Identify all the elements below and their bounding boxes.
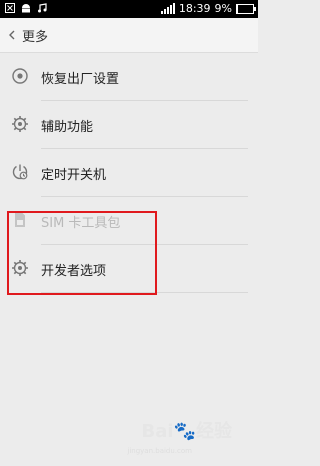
list-item-accessibility[interactable]: 辅助功能 bbox=[0, 101, 258, 149]
watermark-url: jingyan.baidu.com bbox=[127, 447, 192, 455]
status-right: 18:39 9% bbox=[160, 2, 256, 15]
list-item-label: 辅助功能 bbox=[41, 120, 94, 135]
list-item-factory-reset[interactable]: 恢复出厂设置 bbox=[0, 53, 258, 101]
list-item-label: 定时开关机 bbox=[41, 168, 107, 183]
battery-level-fill bbox=[237, 4, 238, 13]
list-item-label: 恢复出厂设置 bbox=[41, 72, 120, 87]
close-notification-icon bbox=[5, 3, 15, 13]
watermark-logo: Bai🐾经验 bbox=[141, 421, 232, 442]
android-icon bbox=[22, 4, 30, 13]
annotation-highlight-box bbox=[7, 211, 157, 295]
header: 更多 bbox=[0, 18, 258, 53]
music-icon bbox=[38, 3, 47, 13]
battery-percent: 9% bbox=[214, 2, 232, 15]
signal-icon bbox=[160, 3, 175, 14]
battery-icon bbox=[236, 3, 256, 14]
restore-icon bbox=[12, 68, 28, 84]
page-title: 更多 bbox=[22, 30, 49, 45]
accessibility-gear-icon bbox=[12, 116, 28, 132]
status-left-icons bbox=[5, 3, 47, 13]
list-item-scheduled-power[interactable]: 定时开关机 bbox=[0, 149, 258, 197]
status-bar: 18:39 9% bbox=[0, 0, 258, 18]
status-time: 18:39 bbox=[178, 2, 211, 15]
power-clock-icon bbox=[12, 164, 28, 180]
